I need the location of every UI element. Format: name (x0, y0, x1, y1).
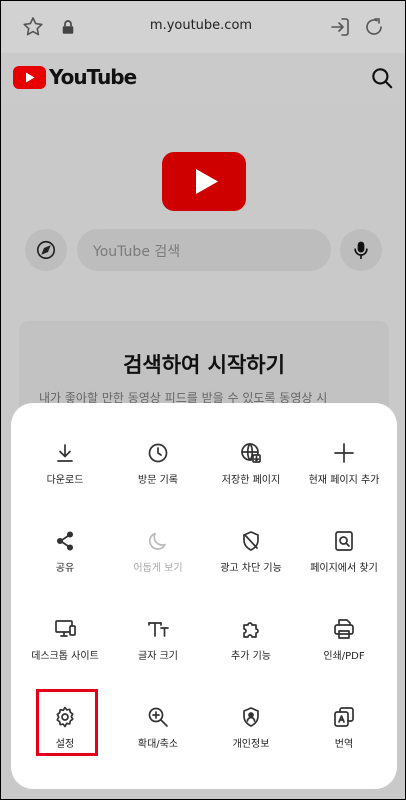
menu-item-label: 현재 페이지 추가 (308, 475, 380, 486)
lock-icon (62, 20, 74, 34)
menu-item-zoom[interactable]: 확대/축소 (110, 701, 206, 781)
find-in-page-icon (335, 531, 353, 551)
card-title: 검색하여 시작하기 (123, 353, 285, 377)
youtube-logo-icon[interactable] (13, 66, 46, 89)
microphone-icon (354, 241, 368, 260)
menu-item-label: 번역 (334, 739, 354, 750)
menu-item-find-in-page[interactable]: 페이지에서 찾기 (296, 525, 392, 605)
desktop-icon (55, 620, 76, 637)
search-icon[interactable] (369, 65, 395, 91)
address-bar: m.youtube.com (1, 1, 405, 53)
ad-block-icon (243, 531, 259, 551)
translate-icon (334, 707, 354, 727)
settings-highlight-box (36, 689, 98, 756)
share-icon (56, 531, 74, 551)
menu-item-label: 공유 (55, 563, 75, 574)
menu-item-add-current-page[interactable]: 현재 페이지 추가 (296, 437, 392, 517)
menu-item-label: 데스크톱 사이트 (31, 651, 99, 662)
menu-item-history[interactable]: 방문 기록 (110, 437, 206, 517)
youtube-header: YouTube (1, 53, 405, 103)
youtube-play-logo-icon (162, 152, 246, 211)
youtube-wordmark[interactable]: YouTube (49, 65, 137, 89)
reload-icon[interactable] (362, 15, 386, 39)
menu-item-add-ons[interactable]: 추가 기능 (203, 613, 299, 693)
url-text[interactable]: m.youtube.com (81, 18, 321, 33)
search-input[interactable]: YouTube 검색 (77, 229, 331, 271)
menu-item-desktop-site[interactable]: 데스크톱 사이트 (17, 613, 113, 693)
star-icon[interactable] (21, 15, 45, 39)
menu-item-text-size[interactable]: 글자 크기 (110, 613, 206, 693)
puzzle-icon (243, 622, 259, 638)
menu-item-label: 확대/축소 (137, 739, 179, 750)
menu-item-label: 저장한 페이지 (221, 475, 281, 486)
voice-search-button[interactable] (340, 229, 382, 271)
menu-item-saved-pages[interactable]: 저장한 페이지 (203, 437, 299, 517)
menu-item-label: 광고 차단 기능 (220, 563, 282, 574)
moon-icon (149, 532, 166, 550)
explore-button[interactable] (25, 229, 67, 271)
menu-item-label: 개인정보 (232, 739, 270, 750)
menu-item-privacy[interactable]: 개인정보 (203, 701, 299, 781)
history-icon (148, 443, 168, 463)
saved-page-icon (241, 443, 261, 463)
text-size-icon (148, 622, 169, 637)
menu-item-dark-mode[interactable]: 어둡게 보기 (110, 525, 206, 605)
download-icon (57, 444, 73, 462)
menu-item-label: 어둡게 보기 (133, 563, 183, 574)
menu-item-label: 다운로드 (46, 475, 84, 486)
menu-item-label: 방문 기록 (138, 475, 178, 486)
menu-item-translate[interactable]: 번역 (296, 701, 392, 781)
screen: m.youtube.com YouTube YouTube 검색 검색하여 시작… (1, 1, 405, 799)
enter-reader-icon[interactable] (328, 15, 352, 39)
plus-icon (334, 443, 354, 463)
menu-item-label: 추가 기능 (231, 651, 271, 662)
search-placeholder: YouTube 검색 (93, 244, 181, 260)
menu-item-print-pdf[interactable]: 인쇄/PDF (296, 613, 392, 693)
menu-item-label: 페이지에서 찾기 (310, 563, 378, 574)
zoom-icon (148, 707, 168, 727)
menu-item-download[interactable]: 다운로드 (17, 437, 113, 517)
compass-icon (36, 240, 56, 260)
menu-item-ad-block[interactable]: 광고 차단 기능 (203, 525, 299, 605)
menu-item-share[interactable]: 공유 (17, 525, 113, 605)
privacy-icon (243, 707, 259, 727)
menu-item-label: 글자 크기 (138, 651, 178, 662)
menu-item-label: 인쇄/PDF (323, 651, 365, 662)
print-icon (334, 619, 354, 639)
